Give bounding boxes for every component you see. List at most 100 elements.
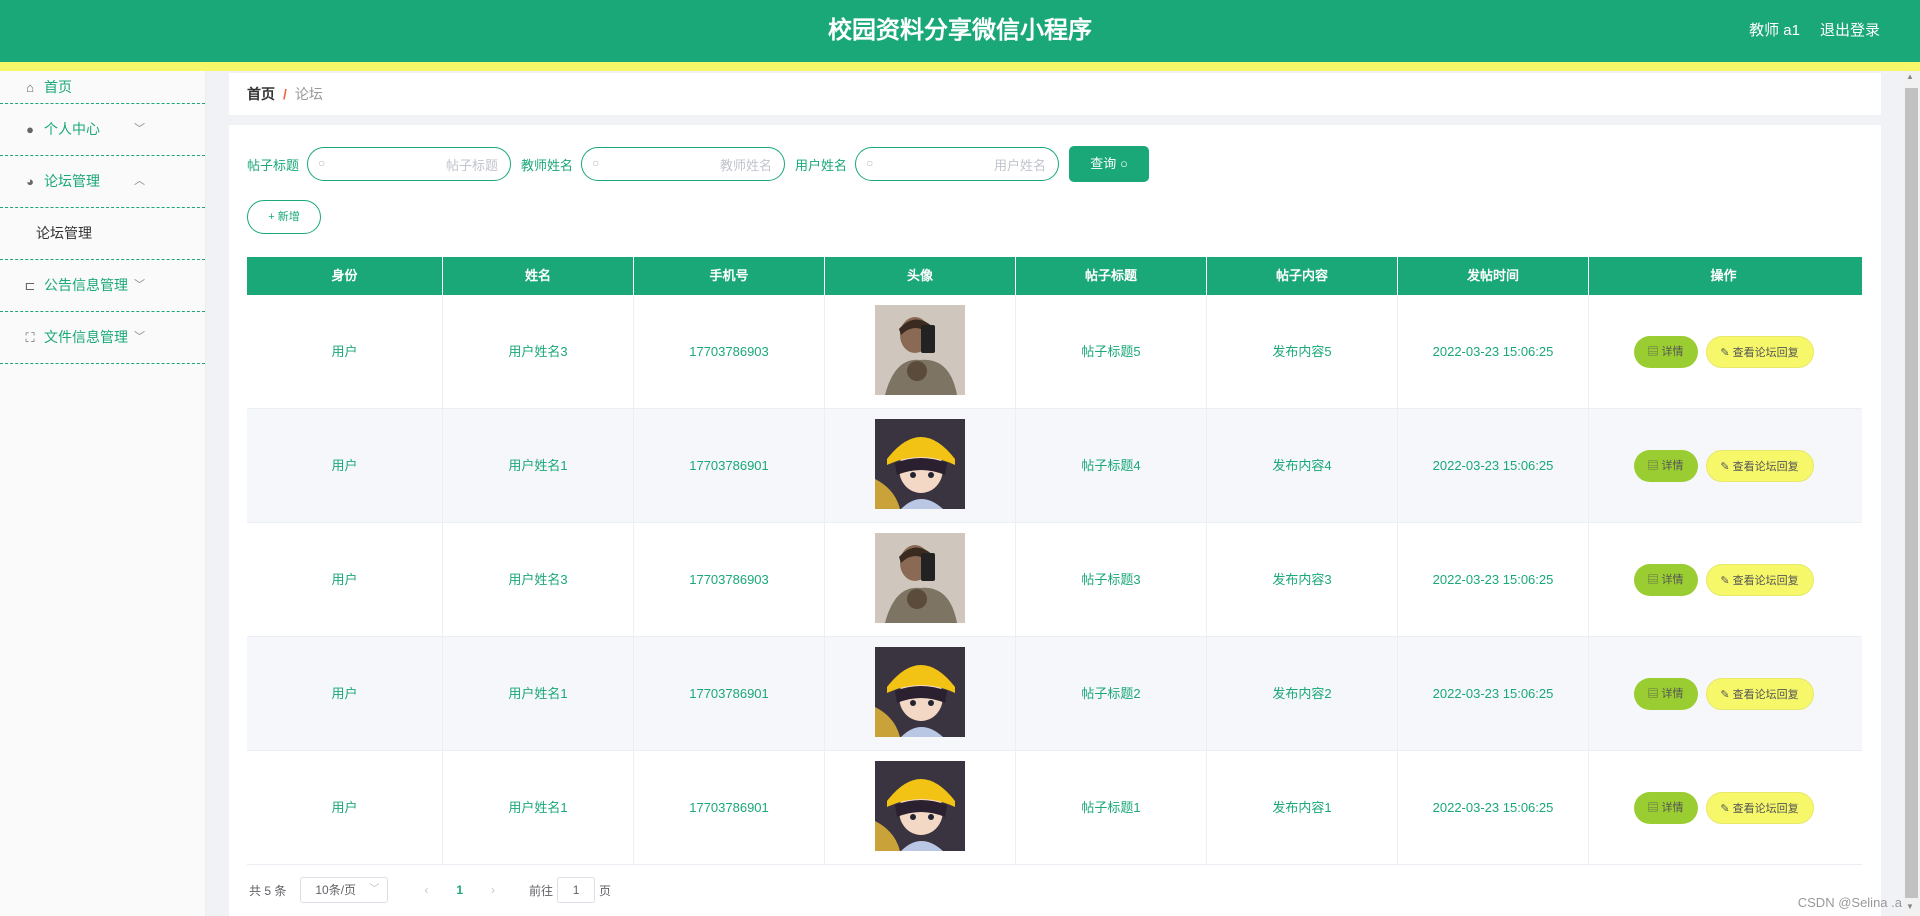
detail-button[interactable]: ▤ 详情 bbox=[1633, 564, 1698, 596]
detail-button-label: 详情 bbox=[1661, 460, 1684, 472]
name-cell: 用户姓名1 bbox=[443, 637, 634, 751]
add-button[interactable]: + 新增 bbox=[247, 200, 321, 234]
sidebar-item-label: 个人中心 bbox=[44, 121, 100, 137]
pagination: 共 5 条 10条/页 ﹀ ‹ 1 › 前往 页 bbox=[249, 876, 611, 904]
filter-label-teacher-name: 教师姓名 bbox=[521, 157, 574, 173]
avatar-image bbox=[875, 533, 965, 623]
search-icon: ○ bbox=[866, 156, 874, 170]
column-header: 身份 bbox=[247, 257, 443, 295]
name-cell: 用户姓名1 bbox=[443, 751, 634, 865]
watermark: CSDN @Selina .a bbox=[1797, 895, 1902, 910]
title-cell: 帖子标题4 bbox=[1016, 409, 1207, 523]
avatar-cell bbox=[825, 295, 1016, 409]
title-cell: 帖子标题1 bbox=[1016, 751, 1207, 865]
row-actions: ▤ 详情 ✎ 查看论坛回复 bbox=[1589, 637, 1858, 751]
time-cell: 2022-03-23 15:06:25 bbox=[1398, 751, 1589, 865]
edit-icon: ✎ bbox=[1720, 575, 1730, 587]
fullscreen-icon: ⛶ bbox=[25, 330, 35, 345]
view-replies-button[interactable]: ✎ 查看论坛回复 bbox=[1705, 678, 1814, 710]
search-icon: ○ bbox=[1119, 156, 1128, 171]
chevron-down-icon: ﹀ bbox=[134, 331, 145, 343]
search-icon: ○ bbox=[318, 156, 326, 170]
time-cell: 2022-03-23 15:06:25 bbox=[1398, 637, 1589, 751]
detail-button[interactable]: ▤ 详情 bbox=[1633, 336, 1698, 368]
sidebar-subitem-forum-management[interactable]: 论坛管理 bbox=[0, 208, 205, 260]
next-page-button[interactable]: › bbox=[491, 883, 495, 897]
teacher-name-input[interactable] bbox=[610, 152, 775, 178]
crop-icon: ⊏ bbox=[24, 278, 36, 293]
logout-link[interactable]: 退出登录 bbox=[1820, 0, 1880, 62]
prev-page-button[interactable]: ‹ bbox=[424, 883, 428, 897]
post-title-input[interactable] bbox=[336, 152, 501, 178]
breadcrumb: 首页 / 论坛 bbox=[247, 73, 323, 115]
row-actions: ▤ 详情 ✎ 查看论坛回复 bbox=[1589, 523, 1858, 637]
scrollbar-thumb[interactable] bbox=[1905, 88, 1918, 898]
view-replies-label: 查看论坛回复 bbox=[1732, 347, 1799, 359]
filter-label-post-title: 帖子标题 bbox=[247, 157, 300, 173]
user-name-input[interactable] bbox=[884, 152, 1049, 178]
column-header: 手机号 bbox=[634, 257, 825, 295]
detail-button-label: 详情 bbox=[1661, 574, 1684, 586]
query-button-label: 查询 bbox=[1090, 156, 1117, 171]
sidebar-item-label: 文件信息管理 bbox=[44, 329, 128, 345]
row-actions: ▤ 详情 ✎ 查看论坛回复 bbox=[1589, 751, 1858, 865]
sidebar-item-announcement-management[interactable]: ⊏ 公告信息管理 ﹀ bbox=[0, 260, 205, 312]
teacher-name-search-field: ○ bbox=[581, 147, 786, 181]
search-icon: ○ bbox=[592, 156, 600, 170]
breadcrumb-current: 论坛 bbox=[294, 86, 323, 102]
content-cell: 发布内容4 bbox=[1207, 409, 1398, 523]
table-row: 用户 用户姓名3 17703786903 帖子标题3 发布内容3 2022-03-23 1… bbox=[247, 523, 1862, 637]
view-replies-label: 查看论坛回复 bbox=[1732, 689, 1799, 701]
scroll-down-arrow-icon[interactable]: ▼ bbox=[1906, 902, 1914, 911]
sidebar-item-home[interactable]: ⌂ 首页 bbox=[0, 71, 205, 104]
view-replies-button[interactable]: ✎ 查看论坛回复 bbox=[1705, 336, 1814, 368]
detail-button-label: 详情 bbox=[1661, 346, 1684, 358]
plus-icon: + bbox=[268, 211, 275, 223]
actions-cell: ▤ 详情 ✎ 查看论坛回复 bbox=[1589, 637, 1858, 751]
document-icon: ▤ bbox=[1647, 346, 1659, 358]
avatar-cell bbox=[825, 751, 1016, 865]
view-replies-button[interactable]: ✎ 查看论坛回复 bbox=[1705, 792, 1814, 824]
view-replies-button[interactable]: ✎ 查看论坛回复 bbox=[1705, 564, 1814, 596]
view-replies-button[interactable]: ✎ 查看论坛回复 bbox=[1705, 450, 1814, 482]
chevron-down-icon: ﹀ bbox=[134, 279, 145, 291]
detail-button-label: 详情 bbox=[1661, 802, 1684, 814]
content-cell: 发布内容1 bbox=[1207, 751, 1398, 865]
table-row: 用户 用户姓名1 17703786901 帖子标题1 发布内容1 2022-03-23 1… bbox=[247, 751, 1862, 865]
sidebar-item-file-management[interactable]: ⛶ 文件信息管理 ﹀ bbox=[0, 312, 205, 364]
row-actions: ▤ 详情 ✎ 查看论坛回复 bbox=[1589, 409, 1858, 523]
phone-cell: 17703786901 bbox=[634, 637, 825, 751]
detail-button[interactable]: ▤ 详情 bbox=[1633, 792, 1698, 824]
role-cell: 用户 bbox=[247, 295, 443, 409]
detail-button[interactable]: ▤ 详情 bbox=[1633, 450, 1698, 482]
page-size-select[interactable]: 10条/页 ﹀ bbox=[300, 877, 389, 903]
query-button[interactable]: 查询 ○ bbox=[1069, 146, 1150, 182]
avatar-cell bbox=[825, 409, 1016, 523]
page-number-current[interactable]: 1 bbox=[456, 883, 463, 897]
document-icon: ▤ bbox=[1647, 574, 1659, 586]
sidebar: ⌂ 首页 ● 个人中心 ﹀ ◕ 论坛管理 ︿ 论坛管理 ⊏ 公告信息管理 ﹀ ⛶ 文件信息… bbox=[0, 71, 206, 916]
avatar-image bbox=[875, 761, 965, 851]
scroll-up-arrow-icon[interactable]: ▲ bbox=[1906, 72, 1914, 81]
header-accent-strip bbox=[0, 62, 1920, 71]
table-body: 用户 用户姓名3 17703786903 帖子标题5 发布内容5 2022-03-23 1… bbox=[247, 295, 1862, 865]
post-title-search-field: ○ bbox=[307, 147, 512, 181]
role-cell: 用户 bbox=[247, 637, 443, 751]
detail-button[interactable]: ▤ 详情 bbox=[1633, 678, 1698, 710]
column-header: 发帖时间 bbox=[1398, 257, 1589, 295]
sidebar-item-forum-management[interactable]: ◕ 论坛管理 ︿ bbox=[0, 156, 205, 208]
view-replies-label: 查看论坛回复 bbox=[1732, 575, 1799, 587]
sidebar-item-personal-center[interactable]: ● 个人中心 ﹀ bbox=[0, 104, 205, 156]
filter-label-user-name: 用户姓名 bbox=[795, 157, 848, 173]
sidebar-item-label: 公告信息管理 bbox=[44, 277, 128, 293]
pin-icon: ◕ bbox=[26, 174, 34, 189]
actions-cell: ▤ 详情 ✎ 查看论坛回复 bbox=[1589, 751, 1858, 865]
column-header: 帖子标题 bbox=[1016, 257, 1207, 295]
time-cell: 2022-03-23 15:06:25 bbox=[1398, 295, 1589, 409]
table-row: 用户 用户姓名3 17703786903 帖子标题5 发布内容5 2022-03-23 1… bbox=[247, 295, 1862, 409]
goto-page-input[interactable] bbox=[557, 877, 596, 903]
add-button-label: 新增 bbox=[277, 211, 300, 223]
breadcrumb-home[interactable]: 首页 bbox=[247, 86, 275, 102]
content-cell: 发布内容2 bbox=[1207, 637, 1398, 751]
row-actions: ▤ 详情 ✎ 查看论坛回复 bbox=[1589, 295, 1858, 409]
